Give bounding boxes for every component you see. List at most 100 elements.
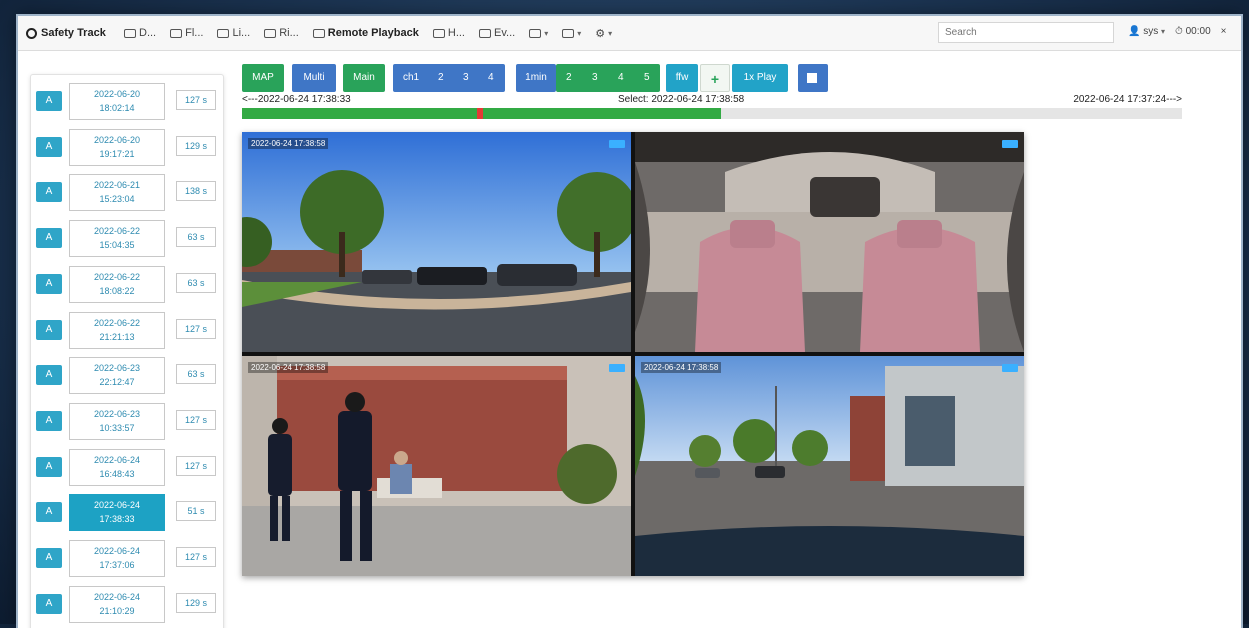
camera-1-timestamp: 2022-06-24 17:38:58 — [248, 138, 329, 149]
recording-date: 2022-06-23 — [93, 408, 141, 419]
timeline-track[interactable] — [242, 108, 1182, 119]
recording-duration[interactable]: 127 s — [176, 90, 216, 110]
recording-datetime[interactable]: 2022-06-24 17:38:33 — [69, 494, 165, 532]
recording-duration[interactable]: 63 s — [176, 272, 216, 293]
alarm-tag[interactable]: A — [36, 228, 62, 249]
recording-row[interactable]: A 2022-06-24 17:37:06 127 s — [31, 536, 223, 580]
account-menu[interactable]: 👤 sys ▾ — [1128, 26, 1165, 37]
nav-history[interactable]: H... — [432, 27, 465, 39]
alarm-tag[interactable]: A — [36, 593, 62, 614]
chevron-down-icon: ▾ — [1161, 27, 1166, 36]
fast-forward-button[interactable]: ffw — [666, 64, 698, 92]
timeline-marker[interactable] — [477, 108, 483, 119]
recording-row[interactable]: A 2022-06-21 15:23:04 138 s — [31, 170, 223, 214]
recording-time: 18:02:14 — [99, 103, 135, 113]
recording-duration[interactable]: 63 s — [176, 227, 216, 248]
speed-3-button[interactable]: 3 — [592, 64, 598, 92]
timeline-labels: <---2022-06-24 17:38:33 Select: 2022-06-… — [242, 94, 1182, 108]
chevron-down-icon: ▾ — [544, 28, 549, 38]
recording-datetime[interactable]: 2022-06-23 10:33:57 — [69, 402, 165, 440]
camera-2-view[interactable] — [635, 132, 1024, 352]
recording-duration[interactable]: 127 s — [176, 547, 216, 567]
speed-5-button[interactable]: 5 — [644, 64, 650, 92]
recording-row[interactable]: A 2022-06-20 19:17:21 129 s — [31, 125, 223, 169]
recording-datetime[interactable]: 2022-06-22 15:04:35 — [69, 220, 165, 258]
recording-datetime[interactable]: 2022-06-21 15:23:04 — [69, 174, 165, 212]
menu-icon — [529, 28, 542, 38]
nav-video[interactable]: Ri... — [264, 27, 299, 39]
recording-row[interactable]: A 2022-06-24 21:10:29 129 s — [31, 582, 223, 626]
alarm-tag[interactable]: A — [36, 365, 62, 386]
camera-1-view[interactable]: 2022-06-24 17:38:58 — [242, 132, 631, 352]
recording-time: 17:38:33 — [99, 514, 135, 525]
alarm-tag[interactable]: A — [36, 548, 62, 568]
alarm-tag[interactable]: A — [36, 182, 62, 203]
camera-3-view[interactable]: 2022-06-24 17:38:58 — [242, 356, 631, 576]
recording-duration[interactable]: 129 s — [176, 135, 216, 156]
speed-2-button[interactable]: 2 — [566, 64, 572, 92]
alarm-tag[interactable]: A — [36, 456, 62, 477]
nav-dashboard[interactable]: D... — [124, 27, 156, 39]
recording-datetime[interactable]: 2022-06-24 17:37:06 — [69, 540, 165, 577]
multi-button[interactable]: Multi — [292, 64, 336, 92]
recording-datetime[interactable]: 2022-06-22 21:21:13 — [69, 311, 165, 349]
recording-datetime[interactable]: 2022-06-20 19:17:21 — [69, 128, 165, 166]
map-button[interactable]: MAP — [242, 64, 284, 92]
user-menu: 👤 sys ▾ ⏱ 00:00 × — [1128, 26, 1227, 37]
nav-fleet[interactable]: Fl... — [170, 27, 203, 39]
recording-row[interactable]: A 2022-06-22 21:21:13 127 s — [31, 308, 223, 352]
search-input[interactable] — [938, 22, 1114, 43]
recording-datetime[interactable]: 2022-06-23 22:12:47 — [69, 357, 165, 395]
vehicle-icon — [170, 28, 183, 38]
recording-row[interactable]: A 2022-06-22 18:08:22 63 s — [31, 262, 223, 306]
recording-duration[interactable]: 127 s — [176, 318, 216, 339]
recording-row[interactable]: A 2022-06-24 17:38:33 51 s — [31, 490, 223, 534]
channel-1-button[interactable]: ch1 — [403, 64, 419, 92]
recording-date: 2022-06-22 — [93, 226, 141, 237]
alarm-tag[interactable]: A — [36, 410, 62, 431]
recording-duration[interactable]: 51 s — [176, 501, 216, 522]
recording-datetime[interactable]: 2022-06-24 21:10:29 — [69, 585, 165, 623]
alarm-tag[interactable]: A — [36, 136, 62, 157]
alarm-tag[interactable]: A — [36, 502, 62, 523]
recording-row[interactable]: A 2022-06-23 10:33:57 127 s — [31, 399, 223, 443]
dashboard-icon — [124, 28, 136, 38]
recording-time: 17:37:06 — [99, 560, 135, 570]
recording-time: 21:21:13 — [99, 331, 135, 342]
recording-datetime[interactable]: 2022-06-22 18:08:22 — [69, 265, 165, 303]
list-icon — [562, 28, 575, 38]
nav-menu-a[interactable]: ▾ — [529, 28, 549, 38]
nav-live[interactable]: Li... — [217, 27, 250, 39]
recording-row[interactable]: A 2022-06-23 22:12:47 63 s — [31, 353, 223, 397]
recording-datetime[interactable]: 2022-06-20 18:02:14 — [69, 83, 165, 120]
camera-4-view[interactable]: 2022-06-24 17:38:58 — [635, 356, 1024, 576]
add-button[interactable]: + — [700, 64, 730, 92]
alarm-tag[interactable]: A — [36, 273, 62, 294]
speed-group: 2 3 4 5 — [556, 64, 660, 92]
recording-row[interactable]: A 2022-06-20 18:02:14 127 s — [31, 79, 223, 123]
alarm-tag[interactable]: A — [36, 91, 62, 111]
recording-duration[interactable]: 63 s — [176, 364, 216, 385]
recording-datetime[interactable]: 2022-06-24 16:48:43 — [69, 448, 165, 486]
recording-duration[interactable]: 138 s — [176, 181, 216, 202]
recording-duration[interactable]: 127 s — [176, 409, 216, 430]
brand[interactable]: Safety Track — [26, 27, 124, 39]
close-icon[interactable]: × — [1221, 26, 1227, 37]
channel-2-button[interactable]: 2 — [438, 64, 444, 92]
nav-events[interactable]: Ev... — [479, 27, 515, 39]
nav-remote-playback[interactable]: Remote Playback — [312, 27, 419, 39]
nav-menu-b[interactable]: ▾ — [562, 28, 581, 38]
recording-row[interactable]: A 2022-06-24 16:48:43 127 s — [31, 445, 223, 489]
recording-row[interactable]: A 2022-06-22 15:04:35 63 s — [31, 216, 223, 260]
speed-4-button[interactable]: 4 — [618, 64, 624, 92]
recording-duration[interactable]: 127 s — [176, 455, 216, 476]
channel-4-button[interactable]: 4 — [488, 64, 494, 92]
interval-button[interactable]: 1min — [516, 64, 556, 92]
play-button[interactable]: 1x Play — [732, 64, 788, 92]
recording-duration[interactable]: 129 s — [176, 592, 216, 613]
nav-settings[interactable]: ⚙ ▾ — [595, 27, 612, 40]
alarm-tag[interactable]: A — [36, 319, 62, 340]
channel-3-button[interactable]: 3 — [463, 64, 469, 92]
stop-button[interactable] — [798, 64, 828, 92]
main-button[interactable]: Main — [343, 64, 385, 92]
